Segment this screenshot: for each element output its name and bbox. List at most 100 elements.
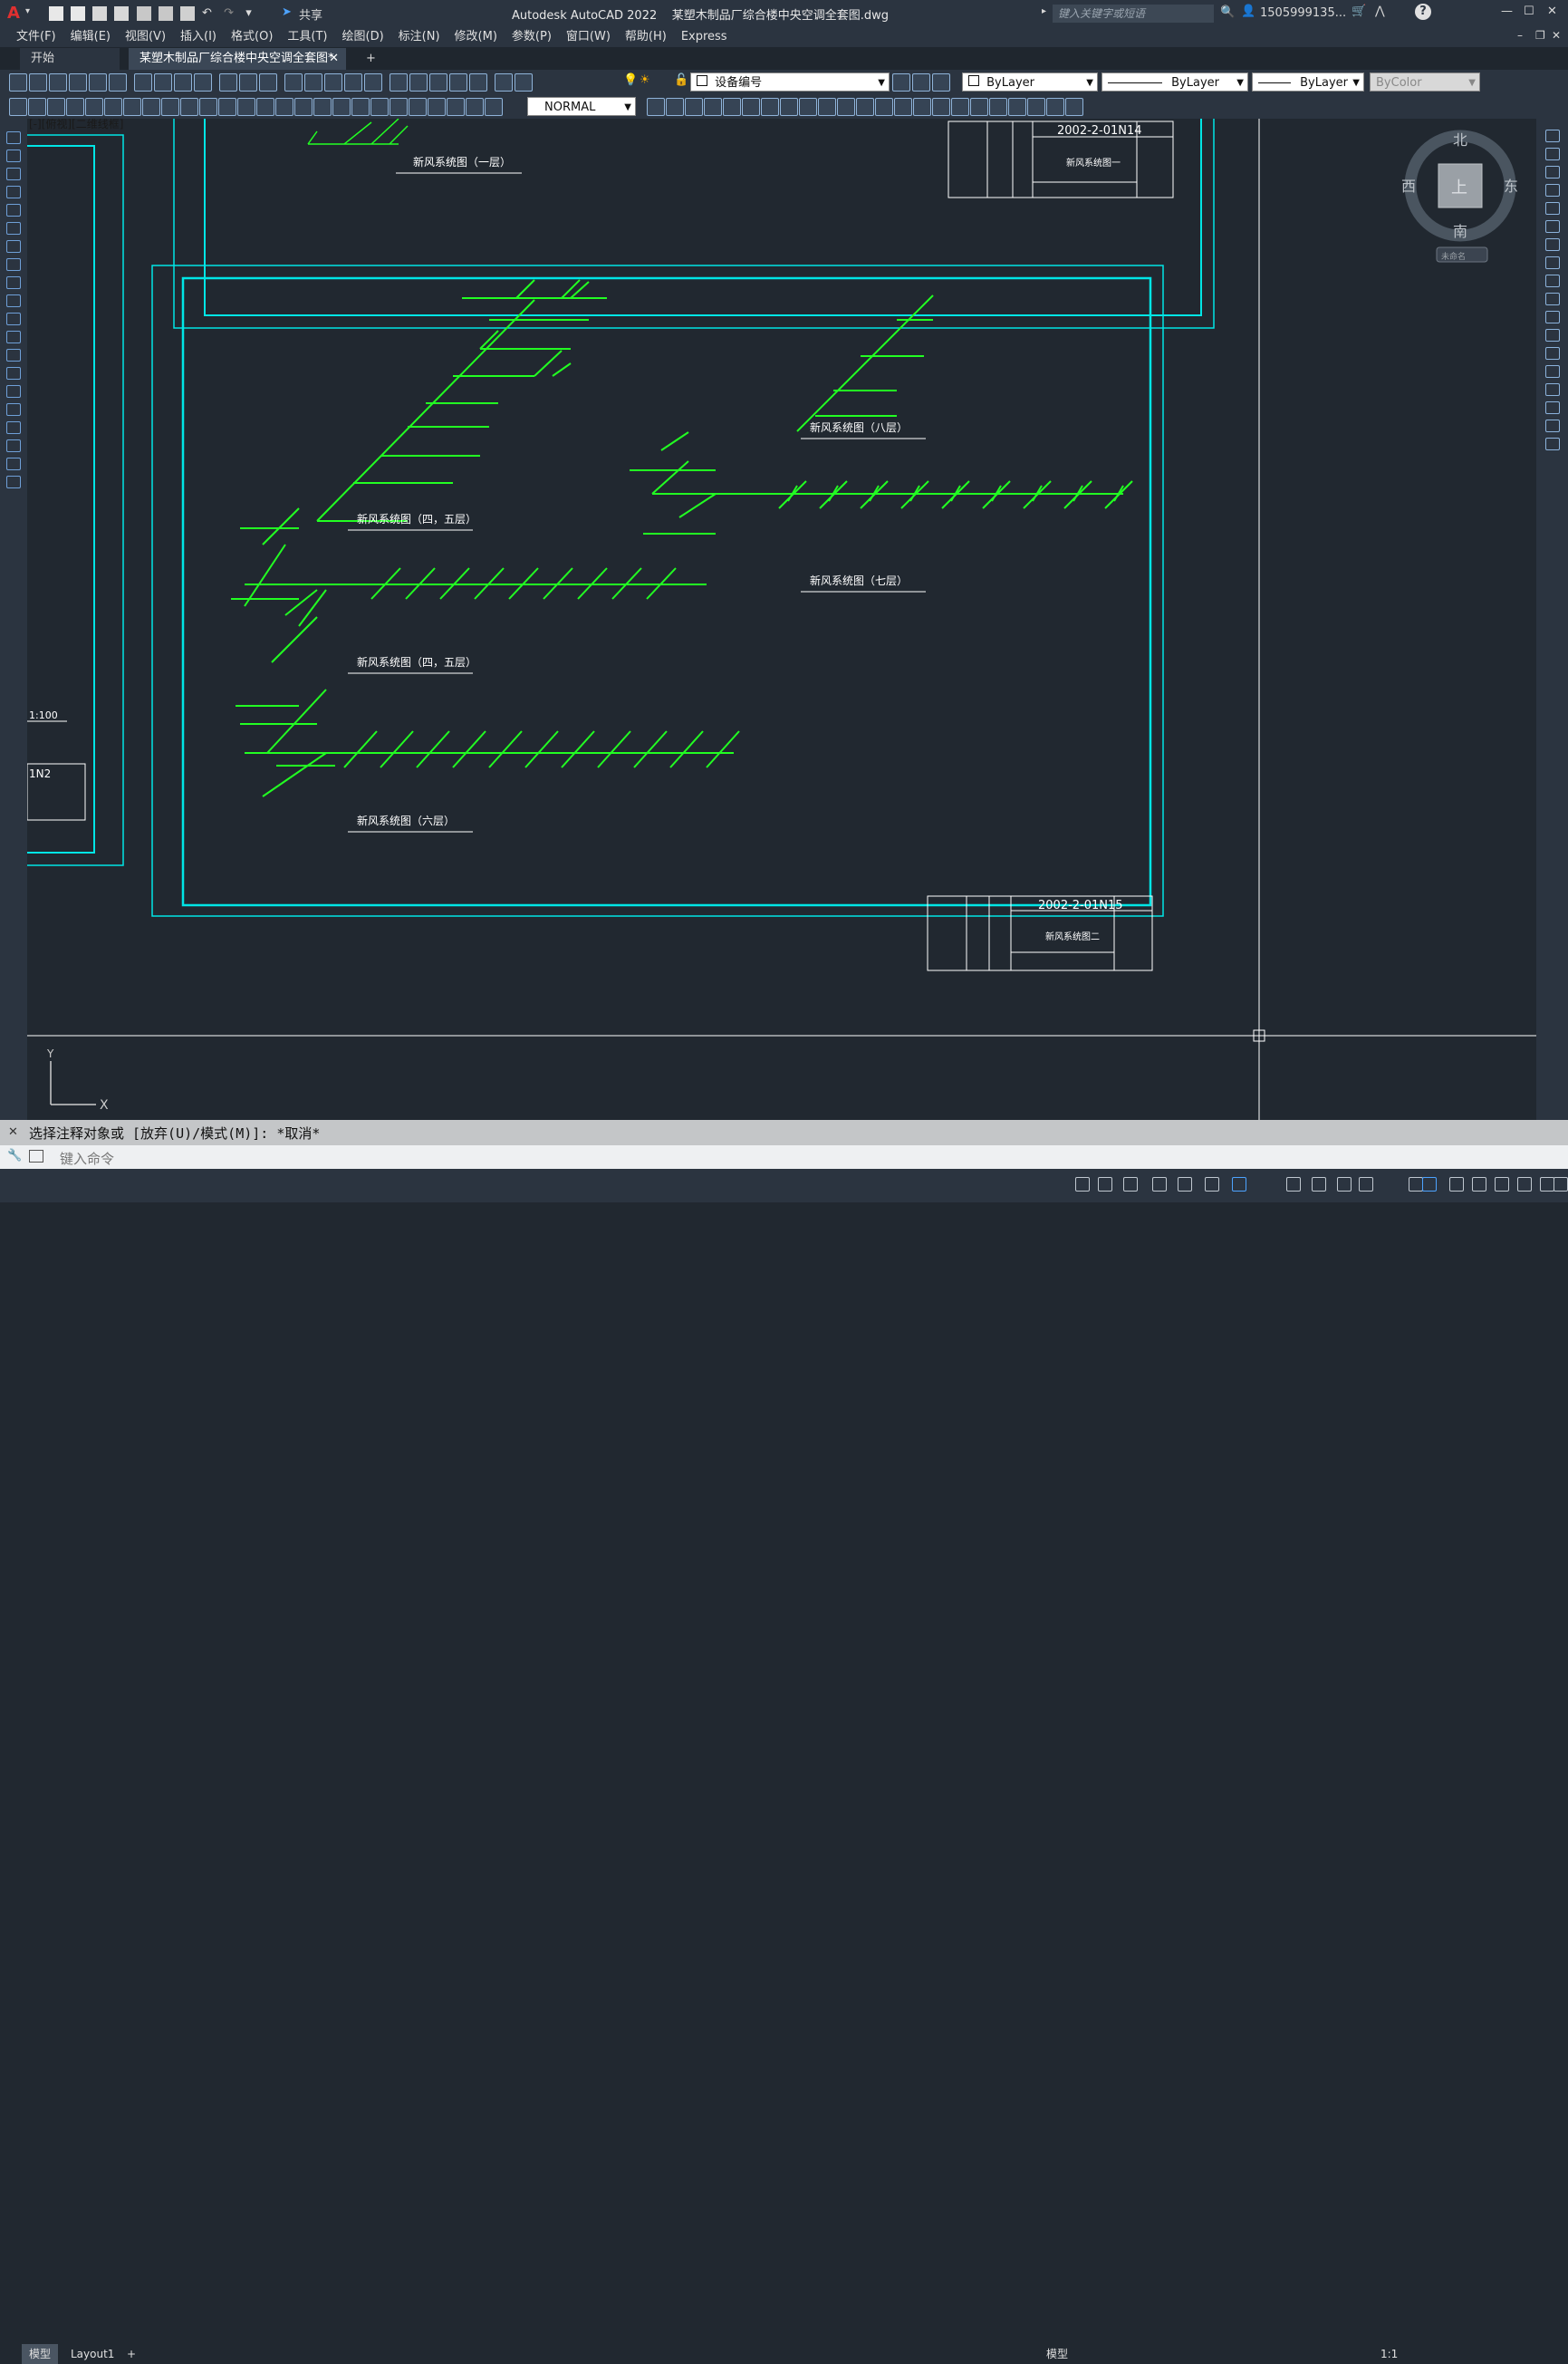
dim-aligned-icon[interactable]: [28, 98, 46, 116]
open-web-icon[interactable]: [136, 6, 151, 21]
copy-icon[interactable]: [154, 73, 172, 92]
model-space-button[interactable]: 模型: [1046, 2344, 1068, 2364]
explode-icon[interactable]: [1545, 438, 1560, 450]
annotation-scale[interactable]: 1:1: [1380, 2344, 1398, 2364]
tolerance-icon[interactable]: [256, 98, 274, 116]
doc-minimize-icon[interactable]: –: [1517, 29, 1523, 42]
object-snap-tracking-icon[interactable]: [1205, 1177, 1219, 1192]
help-icon[interactable]: [469, 73, 487, 92]
add-selected-icon[interactable]: [6, 476, 21, 488]
transparency-icon[interactable]: [1312, 1177, 1326, 1192]
polygon-icon[interactable]: [6, 186, 21, 198]
region-icon[interactable]: [6, 421, 21, 434]
grid-icon[interactable]: [1075, 1177, 1090, 1192]
menu-item[interactable]: 窗口(W): [559, 27, 618, 47]
command-prompt-icon[interactable]: [29, 1150, 43, 1163]
array-icon[interactable]: [1545, 202, 1560, 215]
menu-item[interactable]: 编辑(E): [63, 27, 118, 47]
design-center-icon[interactable]: [364, 73, 382, 92]
gradient-icon[interactable]: [6, 403, 21, 416]
command-input[interactable]: 🔧 键入命令: [0, 1145, 1568, 1169]
sheet-set-icon[interactable]: [409, 73, 428, 92]
lock-ui-icon[interactable]: [1517, 1177, 1532, 1192]
move-icon[interactable]: [1545, 220, 1560, 233]
blend-icon[interactable]: [799, 98, 817, 116]
menu-item[interactable]: 参数(P): [505, 27, 559, 47]
customize-qat-icon[interactable]: ▾: [245, 6, 260, 21]
tab-drawing[interactable]: 某塑木制品厂综合楼中央空调全套图* ✕: [129, 48, 346, 70]
circle-icon[interactable]: [6, 240, 21, 253]
wrench-icon[interactable]: 🔧: [7, 1149, 22, 1163]
new-icon[interactable]: [515, 73, 533, 92]
user-name[interactable]: 1505999135...: [1260, 6, 1346, 20]
rotate-icon[interactable]: [1545, 238, 1560, 251]
layer-dropdown[interactable]: 设备编号 ▼: [690, 72, 890, 92]
blend-curves-icon[interactable]: [1545, 420, 1560, 432]
hide-icon[interactable]: [894, 98, 912, 116]
construction-line-icon[interactable]: [6, 150, 21, 162]
dim-update-icon[interactable]: [370, 98, 389, 116]
search-input[interactable]: 键入关键字或短语: [1053, 5, 1214, 23]
line-icon[interactable]: [6, 131, 21, 144]
boundary-icon[interactable]: [1008, 98, 1026, 116]
dim-angular-icon[interactable]: [142, 98, 160, 116]
dim-arc-icon[interactable]: [47, 98, 65, 116]
color-dropdown[interactable]: ByLayer ▼: [962, 72, 1098, 92]
fillet-icon[interactable]: [780, 98, 798, 116]
attach-icon[interactable]: [1027, 98, 1045, 116]
trim-icon[interactable]: [1545, 293, 1560, 305]
multiline-text-icon[interactable]: [6, 458, 21, 470]
break-icon[interactable]: [723, 98, 741, 116]
annotation-visibility-icon[interactable]: [1359, 1177, 1373, 1192]
continue-icon[interactable]: [199, 98, 217, 116]
preview-icon[interactable]: [89, 73, 107, 92]
selection-cycling-icon[interactable]: [1337, 1177, 1352, 1192]
jogged-linear-icon[interactable]: [313, 98, 332, 116]
tab-start[interactable]: 开始: [20, 48, 120, 70]
undo-icon[interactable]: [219, 73, 237, 92]
autocad-logo[interactable]: A: [7, 4, 20, 23]
draw-order-back-icon[interactable]: [666, 98, 684, 116]
calculator-icon[interactable]: [449, 73, 467, 92]
user-icon[interactable]: 👤: [1241, 5, 1255, 18]
cut-icon[interactable]: [134, 73, 152, 92]
layer-thaw-icon[interactable]: ☀: [640, 73, 650, 87]
annotation-monitor-icon[interactable]: [1449, 1177, 1464, 1192]
chamfer-icon[interactable]: [1545, 383, 1560, 396]
break-icon[interactable]: [1545, 347, 1560, 360]
isolate-icon[interactable]: [875, 98, 893, 116]
zoom-window-icon[interactable]: [304, 73, 322, 92]
pan-icon[interactable]: [259, 73, 277, 92]
layout1-tab[interactable]: Layout1: [65, 2344, 120, 2364]
dim-jogged-icon[interactable]: [104, 98, 122, 116]
arc-icon[interactable]: [6, 222, 21, 235]
dim-edit-icon[interactable]: [332, 98, 351, 116]
spline-icon[interactable]: [6, 276, 21, 289]
save-icon[interactable]: [49, 73, 67, 92]
frame-icon[interactable]: [1065, 98, 1083, 116]
group-icon[interactable]: [837, 98, 855, 116]
layer-previous-icon[interactable]: [912, 73, 930, 92]
add-layout-button[interactable]: +: [127, 2344, 136, 2364]
stretch-icon[interactable]: [1545, 275, 1560, 287]
rectangle-icon[interactable]: [6, 204, 21, 217]
plot-icon[interactable]: [69, 73, 87, 92]
layer-on-icon[interactable]: 💡: [623, 73, 638, 87]
doc-close-icon[interactable]: ✕: [1552, 29, 1561, 42]
dim-arc-icon[interactable]: [428, 98, 446, 116]
tab-close-icon[interactable]: ✕: [329, 48, 339, 70]
ortho-icon[interactable]: [1123, 1177, 1138, 1192]
object-snap-icon[interactable]: [1232, 1177, 1246, 1192]
menu-item[interactable]: 文件(F): [9, 27, 63, 47]
offset-icon[interactable]: [1545, 184, 1560, 197]
hardware-accel-icon[interactable]: [1554, 1177, 1568, 1192]
hatch-icon[interactable]: [6, 385, 21, 398]
minimize-button[interactable]: —: [1501, 5, 1513, 18]
draw-order-above-icon[interactable]: [685, 98, 703, 116]
isolate-objects-icon[interactable]: [1540, 1177, 1554, 1192]
search-icon[interactable]: 🔍: [1220, 5, 1235, 19]
revcloud-icon[interactable]: [970, 98, 988, 116]
dim-ordinate-icon[interactable]: [66, 98, 84, 116]
new-file-icon[interactable]: [49, 6, 63, 21]
lineweight-icon[interactable]: [1286, 1177, 1301, 1192]
